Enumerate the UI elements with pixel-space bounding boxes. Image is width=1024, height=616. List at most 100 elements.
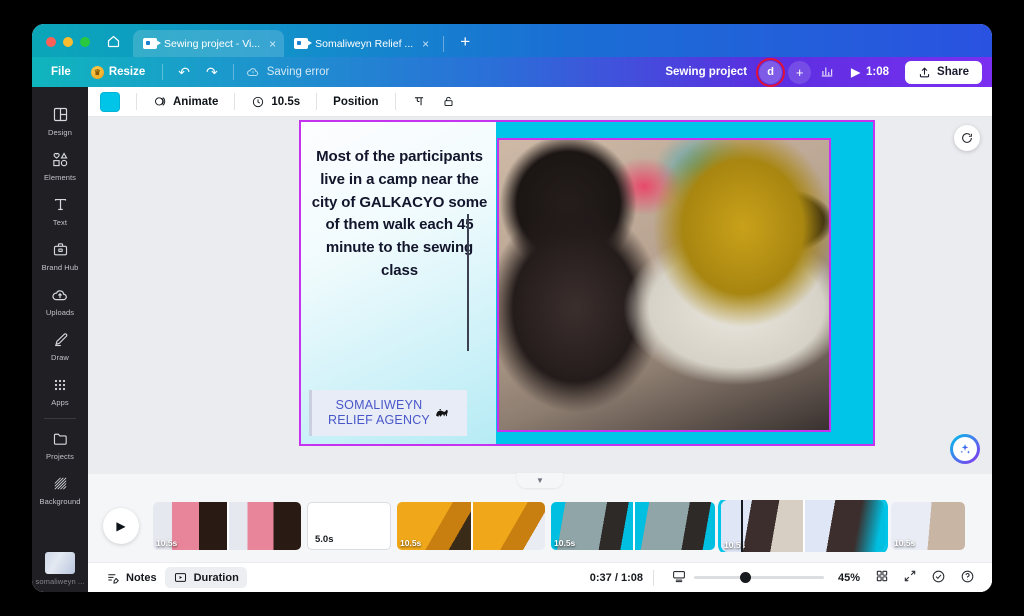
canvas-photo[interactable] xyxy=(497,138,831,432)
redo-button[interactable]: ↷ xyxy=(199,62,225,83)
sidebar-item-brand-hub[interactable]: Brand Hub xyxy=(32,232,88,277)
project-thumb-label: somaliweyn ... xyxy=(35,577,85,586)
logo-line-1: SOMALIWEYN xyxy=(335,398,423,413)
avatar[interactable]: d xyxy=(756,57,786,87)
chevron-down-icon[interactable]: ▼ xyxy=(517,473,563,488)
browser-tab-0[interactable]: Sewing project - Vi... × xyxy=(133,30,285,57)
preview-play-button[interactable]: ▶ 1:08 xyxy=(843,65,897,79)
sidebar-item-projects[interactable]: Projects xyxy=(32,421,88,466)
saving-status-label: Saving error xyxy=(266,66,330,78)
resize-button[interactable]: ♛ Resize xyxy=(82,62,154,83)
position-label: Position xyxy=(333,95,379,108)
notes-icon xyxy=(108,573,119,584)
canvas-workspace[interactable]: Most of the participants live in a camp … xyxy=(88,117,992,474)
check-circle-icon[interactable] xyxy=(924,565,953,591)
new-tab-button[interactable]: + xyxy=(450,32,480,57)
saving-status[interactable]: Saving error xyxy=(242,65,330,79)
slide-canvas[interactable]: Most of the participants live in a camp … xyxy=(299,120,875,446)
duration-value: 10.5s xyxy=(271,95,301,108)
notes-label: Notes xyxy=(126,571,157,584)
sidebar-item-apps[interactable]: Apps xyxy=(32,367,88,412)
timeline-clip-0[interactable]: 10.5s xyxy=(153,502,301,550)
close-icon[interactable]: × xyxy=(420,37,429,51)
time-position: 0:37 / 1:08 xyxy=(589,571,643,584)
sidebar-item-draw[interactable]: Draw xyxy=(32,322,88,367)
file-menu-button[interactable]: File xyxy=(42,62,80,82)
clip-duration-badge: 10.5s xyxy=(894,538,916,548)
expand-icon[interactable] xyxy=(896,565,924,590)
rotate-icon[interactable] xyxy=(954,125,980,151)
canvas-logo[interactable]: SOMALIWEYN RELIEF AGENCY xyxy=(309,390,467,436)
browser-tab-1[interactable]: Somaliweyn Relief ... × xyxy=(284,30,437,57)
transparency-button[interactable] xyxy=(404,89,434,114)
tab-divider xyxy=(443,36,445,52)
timeline-clips[interactable]: 10.5s 5.0s 10.5s 10.5s 10.5s 10.5s xyxy=(153,500,992,552)
screen-icon[interactable] xyxy=(664,565,694,590)
grid-dots-icon xyxy=(32,374,88,395)
close-window-button[interactable] xyxy=(46,37,56,47)
sidebar-item-text[interactable]: Text xyxy=(32,187,88,232)
add-collaborator-button[interactable]: + xyxy=(788,60,812,84)
document-name[interactable]: Sewing project xyxy=(665,66,747,78)
canvas-headline[interactable]: Most of the participants live in a camp … xyxy=(307,146,492,283)
browser-tab-label: Somaliweyn Relief ... xyxy=(315,37,414,50)
timeline-clip-4[interactable]: 10.5s xyxy=(718,500,888,552)
position-button[interactable]: Position xyxy=(325,91,386,113)
sidebar-item-label: Background xyxy=(39,497,81,506)
sidebar-item-label: Uploads xyxy=(45,308,75,317)
lock-button[interactable] xyxy=(434,89,463,114)
camel-icon xyxy=(434,405,451,422)
duration-label: Duration xyxy=(193,571,239,584)
playhead[interactable] xyxy=(741,500,743,552)
color-swatch-button[interactable] xyxy=(100,91,120,112)
status-bar: Notes Duration 0:37 / 1:08 45% xyxy=(88,562,992,592)
clip-duration-badge: 10.5s xyxy=(554,538,576,548)
sidebar-item-design[interactable]: Design xyxy=(32,97,88,142)
sidebar-item-elements[interactable]: Elements xyxy=(32,142,88,187)
magic-sparkle-icon[interactable] xyxy=(950,434,980,464)
notes-button[interactable]: Notes xyxy=(98,567,165,589)
sidebar-item-label: Brand Hub xyxy=(41,263,79,272)
toolbar-divider xyxy=(234,93,236,110)
minimize-window-button[interactable] xyxy=(63,37,73,47)
browser-tab-strip: Sewing project - Vi... × Somaliweyn Reli… xyxy=(32,24,992,57)
home-icon[interactable] xyxy=(100,34,133,57)
sidebar-item-label: Design xyxy=(48,128,72,137)
hatch-pattern-icon xyxy=(32,473,88,494)
sidebar-item-label: Elements xyxy=(43,173,77,182)
avatar-highlight-ring xyxy=(756,57,786,87)
duration-button[interactable]: 10.5s xyxy=(243,90,308,114)
sidebar-item-label: Projects xyxy=(46,452,74,461)
app-menu-bar: File ♛ Resize ↶ ↷ Saving error Sewing pr… xyxy=(32,57,992,87)
close-icon[interactable]: × xyxy=(267,37,276,51)
timeline-clip-2[interactable]: 10.5s xyxy=(397,502,545,550)
project-thumbnail xyxy=(45,552,75,574)
toolbar-divider xyxy=(316,93,318,110)
zoom-slider-handle[interactable] xyxy=(739,572,751,583)
play-icon: ▶ xyxy=(851,67,860,79)
help-circle-icon[interactable] xyxy=(953,565,982,591)
app-body: Design Elements Text Brand Hub Uploads D… xyxy=(32,87,992,592)
timeline-play-button[interactable]: ▶ xyxy=(103,508,139,544)
sidebar-item-current-project[interactable]: somaliweyn ... xyxy=(32,543,88,592)
share-button[interactable]: Share xyxy=(905,60,982,84)
zoom-slider[interactable] xyxy=(693,572,824,583)
canvas-text-panel: Most of the participants live in a camp … xyxy=(301,122,496,444)
zoom-level[interactable]: 45% xyxy=(838,572,860,584)
timeline: ▼ ▶ 10.5s 5.0s 10.5s 10.5s 10.5s 10.5s N… xyxy=(88,473,992,592)
undo-button[interactable]: ↶ xyxy=(171,62,197,83)
animate-button[interactable]: Animate xyxy=(145,90,226,114)
timeline-clip-1[interactable]: 5.0s xyxy=(307,502,391,550)
sidebar-item-uploads[interactable]: Uploads xyxy=(32,277,88,322)
bar-chart-icon[interactable] xyxy=(813,62,841,83)
timeline-clip-3[interactable]: 10.5s xyxy=(551,502,715,550)
clock-icon xyxy=(253,96,264,107)
grid-view-icon[interactable] xyxy=(868,565,896,590)
timeline-clip-5[interactable]: 10.5s xyxy=(891,502,965,550)
sidebar-item-background[interactable]: Background xyxy=(32,466,88,511)
status-divider xyxy=(652,569,654,586)
duration-toggle-button[interactable]: Duration xyxy=(164,567,247,588)
app-window: Sewing project - Vi... × Somaliweyn Reli… xyxy=(32,24,992,592)
text-icon xyxy=(32,194,88,215)
maximize-window-button[interactable] xyxy=(80,37,90,47)
